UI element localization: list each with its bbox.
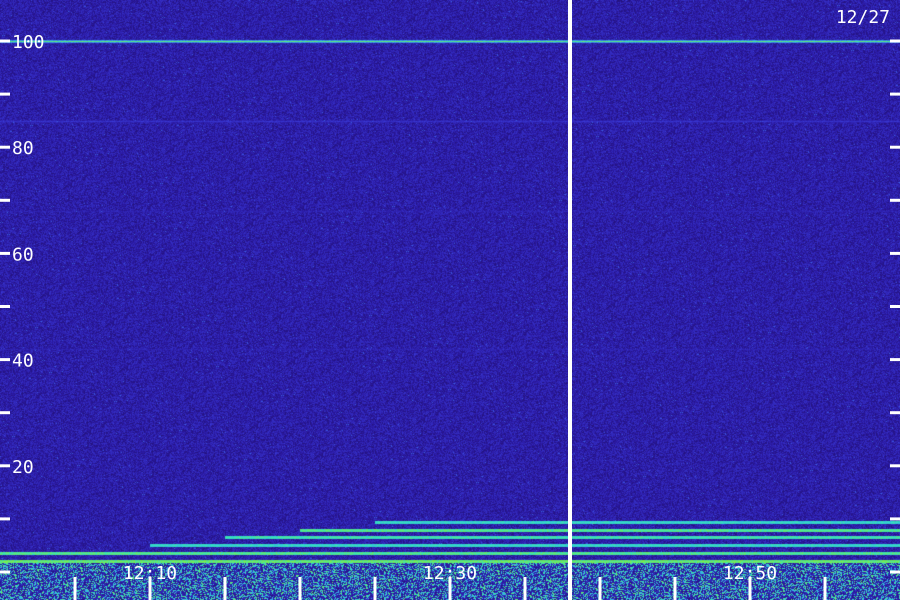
- x-axis-labels: 12:10 12:30 12:50: [123, 563, 777, 584]
- y-axis-labels: 20 40 60 80 100: [12, 32, 45, 478]
- x-tick-label: 12:30: [423, 563, 477, 584]
- x-tick-label: 12:50: [723, 563, 777, 584]
- y-axis-ticks-left: [0, 39, 10, 574]
- y-axis-ticks-right: [890, 39, 900, 574]
- y-tick-label: 80: [12, 138, 34, 159]
- y-tick-label: 100: [12, 32, 45, 53]
- y-tick-label: 60: [12, 244, 34, 265]
- spectrogram-overlay: 20 40 60 80 100 12:10 12:30 12:50 12/27: [0, 0, 900, 600]
- date-label: 12/27: [836, 7, 890, 28]
- y-tick-label: 40: [12, 351, 34, 372]
- x-tick-label: 12:10: [123, 563, 177, 584]
- y-tick-label: 20: [12, 457, 34, 478]
